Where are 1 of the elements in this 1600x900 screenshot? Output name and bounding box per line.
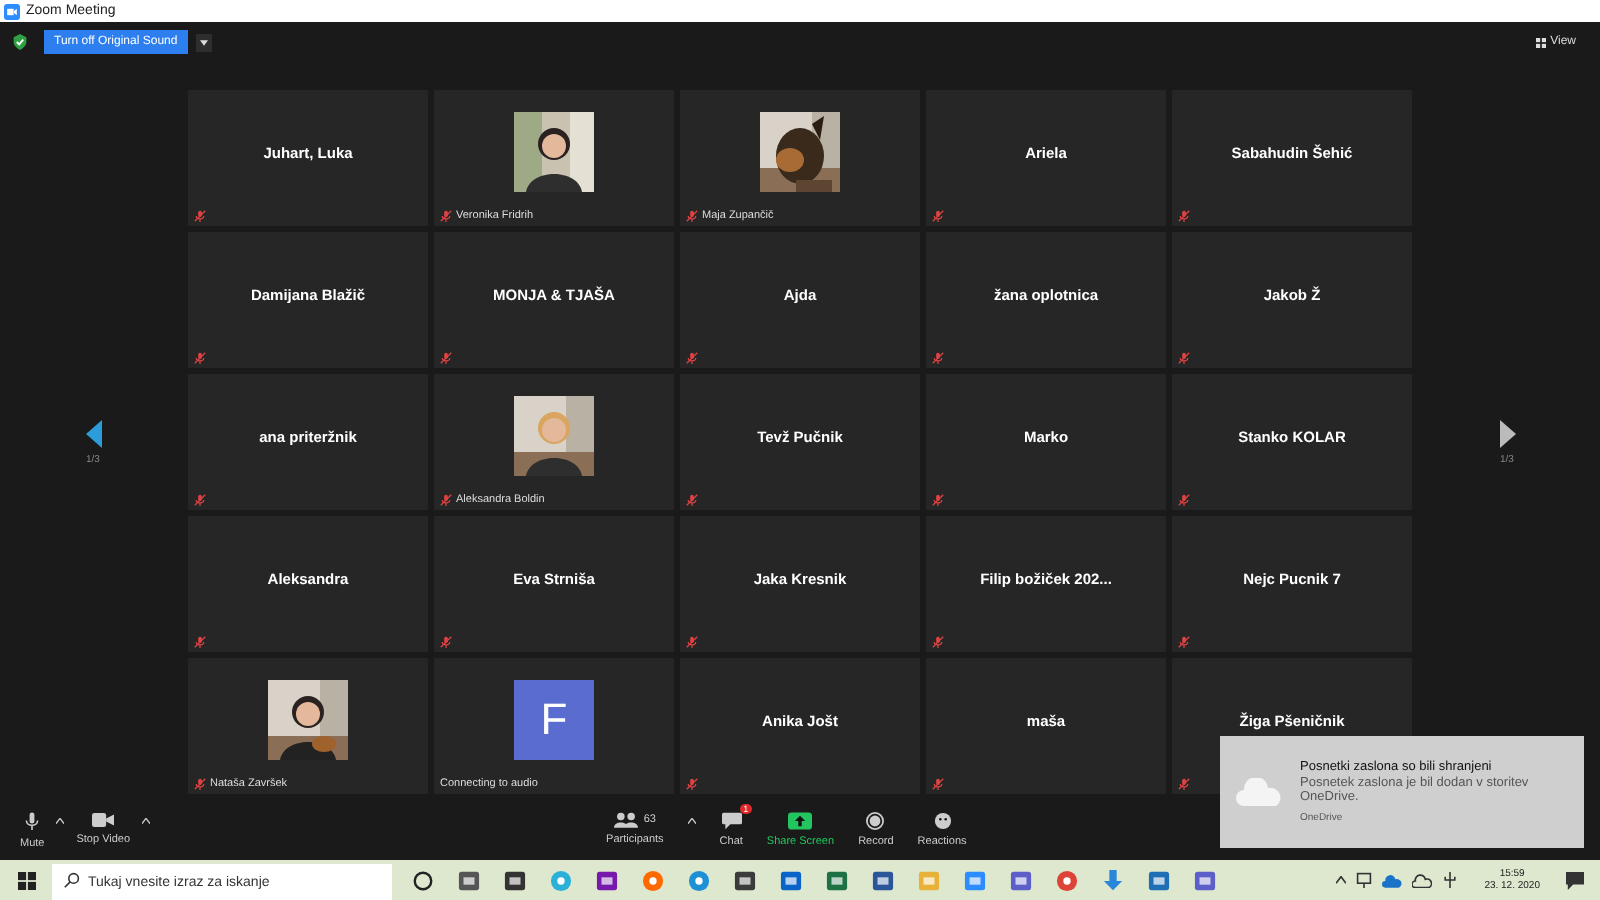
avatar: F (514, 680, 594, 760)
